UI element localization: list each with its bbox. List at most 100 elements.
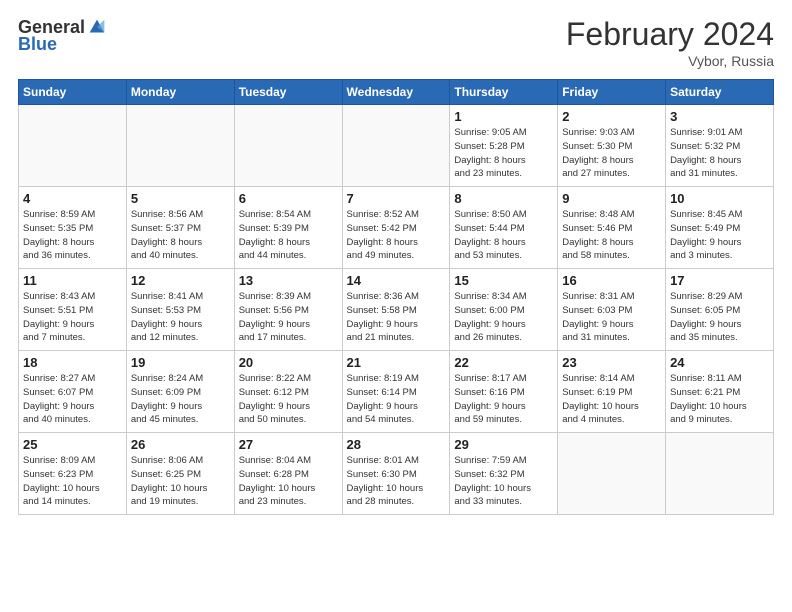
table-row: 7Sunrise: 8:52 AM Sunset: 5:42 PM Daylig… xyxy=(342,187,450,269)
day-info: Sunrise: 8:39 AM Sunset: 5:56 PM Dayligh… xyxy=(239,290,338,345)
table-row: 26Sunrise: 8:06 AM Sunset: 6:25 PM Dayli… xyxy=(126,433,234,515)
table-row: 3 Sunrise: 9:01 AM Sunset: 5:32 PM Daylig… xyxy=(666,105,774,187)
day-info: Sunrise: 8:01 AM Sunset: 6:30 PM Dayligh… xyxy=(347,454,446,509)
day-number: 10 xyxy=(670,191,769,206)
header-sunday: Sunday xyxy=(19,80,127,105)
day-number: 21 xyxy=(347,355,446,370)
day-number: 16 xyxy=(562,273,661,288)
table-row: 2 Sunrise: 9:03 AM Sunset: 5:30 PM Daylig… xyxy=(558,105,666,187)
day-info: Sunrise: 8:27 AM Sunset: 6:07 PM Dayligh… xyxy=(23,372,122,427)
table-row xyxy=(19,105,127,187)
day-number: 24 xyxy=(670,355,769,370)
header-saturday: Saturday xyxy=(666,80,774,105)
day-info: Sunrise: 8:09 AM Sunset: 6:23 PM Dayligh… xyxy=(23,454,122,509)
day-info: Sunrise: 9:01 AM Sunset: 5:32 PM Dayligh… xyxy=(670,126,769,181)
table-row: 23 Sunrise: 8:14 AM Sunset: 6:19 PM Dayli… xyxy=(558,351,666,433)
day-number: 7 xyxy=(347,191,446,206)
table-row: 20 Sunrise: 8:22 AM Sunset: 6:12 PM Dayli… xyxy=(234,351,342,433)
day-info: Sunrise: 8:31 AM Sunset: 6:03 PM Dayligh… xyxy=(562,290,661,345)
day-number: 20 xyxy=(239,355,338,370)
day-info: Sunrise: 8:45 AM Sunset: 5:49 PM Dayligh… xyxy=(670,208,769,263)
table-row: 9Sunrise: 8:48 AM Sunset: 5:46 PM Daylig… xyxy=(558,187,666,269)
table-row: 19 Sunrise: 8:24 AM Sunset: 6:09 PM Dayli… xyxy=(126,351,234,433)
table-row: 22Sunrise: 8:17 AM Sunset: 6:16 PM Dayli… xyxy=(450,351,558,433)
table-row: 25 Sunrise: 8:09 AM Sunset: 6:23 PM Dayli… xyxy=(19,433,127,515)
table-row: 10 Sunrise: 8:45 AM Sunset: 5:49 PM Dayli… xyxy=(666,187,774,269)
day-number: 22 xyxy=(454,355,553,370)
title-block: February 2024 Vybor, Russia xyxy=(566,16,774,69)
logo-icon xyxy=(86,16,108,38)
calendar-week-row: 4 Sunrise: 8:59 AM Sunset: 5:35 PM Daylig… xyxy=(19,187,774,269)
table-row: 29Sunrise: 7:59 AM Sunset: 6:32 PM Dayli… xyxy=(450,433,558,515)
logo: General Blue xyxy=(18,16,108,55)
calendar-week-row: 1 Sunrise: 9:05 AM Sunset: 5:28 PM Daylig… xyxy=(19,105,774,187)
table-row: 14 Sunrise: 8:36 AM Sunset: 5:58 PM Dayli… xyxy=(342,269,450,351)
day-number: 9 xyxy=(562,191,661,206)
day-info: Sunrise: 8:50 AM Sunset: 5:44 PM Dayligh… xyxy=(454,208,553,263)
table-row: 15Sunrise: 8:34 AM Sunset: 6:00 PM Dayli… xyxy=(450,269,558,351)
day-info: Sunrise: 8:54 AM Sunset: 5:39 PM Dayligh… xyxy=(239,208,338,263)
table-row: 8 Sunrise: 8:50 AM Sunset: 5:44 PM Daylig… xyxy=(450,187,558,269)
day-number: 5 xyxy=(131,191,230,206)
table-row: 28 Sunrise: 8:01 AM Sunset: 6:30 PM Dayli… xyxy=(342,433,450,515)
table-row xyxy=(666,433,774,515)
day-number: 6 xyxy=(239,191,338,206)
calendar-week-row: 18 Sunrise: 8:27 AM Sunset: 6:07 PM Dayli… xyxy=(19,351,774,433)
day-number: 17 xyxy=(670,273,769,288)
header-thursday: Thursday xyxy=(450,80,558,105)
day-number: 2 xyxy=(562,109,661,124)
table-row: 18 Sunrise: 8:27 AM Sunset: 6:07 PM Dayli… xyxy=(19,351,127,433)
day-number: 27 xyxy=(239,437,338,452)
table-row: 5 Sunrise: 8:56 AM Sunset: 5:37 PM Daylig… xyxy=(126,187,234,269)
day-info: Sunrise: 8:04 AM Sunset: 6:28 PM Dayligh… xyxy=(239,454,338,509)
day-number: 14 xyxy=(347,273,446,288)
calendar-week-row: 25 Sunrise: 8:09 AM Sunset: 6:23 PM Dayli… xyxy=(19,433,774,515)
day-info: Sunrise: 8:29 AM Sunset: 6:05 PM Dayligh… xyxy=(670,290,769,345)
day-number: 4 xyxy=(23,191,122,206)
table-row: 11Sunrise: 8:43 AM Sunset: 5:51 PM Dayli… xyxy=(19,269,127,351)
calendar-week-row: 11Sunrise: 8:43 AM Sunset: 5:51 PM Dayli… xyxy=(19,269,774,351)
day-number: 13 xyxy=(239,273,338,288)
table-row xyxy=(234,105,342,187)
calendar-table: Sunday Monday Tuesday Wednesday Thursday… xyxy=(18,79,774,515)
month-title: February 2024 xyxy=(566,16,774,53)
day-number: 28 xyxy=(347,437,446,452)
table-row: 21 Sunrise: 8:19 AM Sunset: 6:14 PM Dayli… xyxy=(342,351,450,433)
day-info: Sunrise: 8:56 AM Sunset: 5:37 PM Dayligh… xyxy=(131,208,230,263)
table-row: 13 Sunrise: 8:39 AM Sunset: 5:56 PM Dayli… xyxy=(234,269,342,351)
day-info: Sunrise: 8:14 AM Sunset: 6:19 PM Dayligh… xyxy=(562,372,661,427)
header-friday: Friday xyxy=(558,80,666,105)
table-row xyxy=(558,433,666,515)
table-row: 16 Sunrise: 8:31 AM Sunset: 6:03 PM Dayli… xyxy=(558,269,666,351)
header-tuesday: Tuesday xyxy=(234,80,342,105)
day-number: 18 xyxy=(23,355,122,370)
table-row: 4 Sunrise: 8:59 AM Sunset: 5:35 PM Daylig… xyxy=(19,187,127,269)
location: Vybor, Russia xyxy=(566,53,774,69)
day-number: 23 xyxy=(562,355,661,370)
table-row xyxy=(342,105,450,187)
day-number: 12 xyxy=(131,273,230,288)
table-row: 24Sunrise: 8:11 AM Sunset: 6:21 PM Dayli… xyxy=(666,351,774,433)
day-info: Sunrise: 9:05 AM Sunset: 5:28 PM Dayligh… xyxy=(454,126,553,181)
table-row: 27 Sunrise: 8:04 AM Sunset: 6:28 PM Dayli… xyxy=(234,433,342,515)
day-number: 19 xyxy=(131,355,230,370)
day-info: Sunrise: 8:22 AM Sunset: 6:12 PM Dayligh… xyxy=(239,372,338,427)
day-number: 26 xyxy=(131,437,230,452)
table-row: 6 Sunrise: 8:54 AM Sunset: 5:39 PM Daylig… xyxy=(234,187,342,269)
day-number: 3 xyxy=(670,109,769,124)
day-info: Sunrise: 8:19 AM Sunset: 6:14 PM Dayligh… xyxy=(347,372,446,427)
day-info: Sunrise: 9:03 AM Sunset: 5:30 PM Dayligh… xyxy=(562,126,661,181)
day-number: 25 xyxy=(23,437,122,452)
table-row: 17 Sunrise: 8:29 AM Sunset: 6:05 PM Dayli… xyxy=(666,269,774,351)
day-info: Sunrise: 8:59 AM Sunset: 5:35 PM Dayligh… xyxy=(23,208,122,263)
day-info: Sunrise: 8:36 AM Sunset: 5:58 PM Dayligh… xyxy=(347,290,446,345)
header-monday: Monday xyxy=(126,80,234,105)
day-number: 15 xyxy=(454,273,553,288)
day-number: 1 xyxy=(454,109,553,124)
header: General Blue February 2024 Vybor, Russia xyxy=(18,16,774,69)
day-info: Sunrise: 8:24 AM Sunset: 6:09 PM Dayligh… xyxy=(131,372,230,427)
day-number: 8 xyxy=(454,191,553,206)
table-row xyxy=(126,105,234,187)
day-info: Sunrise: 8:43 AM Sunset: 5:51 PM Dayligh… xyxy=(23,290,122,345)
header-wednesday: Wednesday xyxy=(342,80,450,105)
